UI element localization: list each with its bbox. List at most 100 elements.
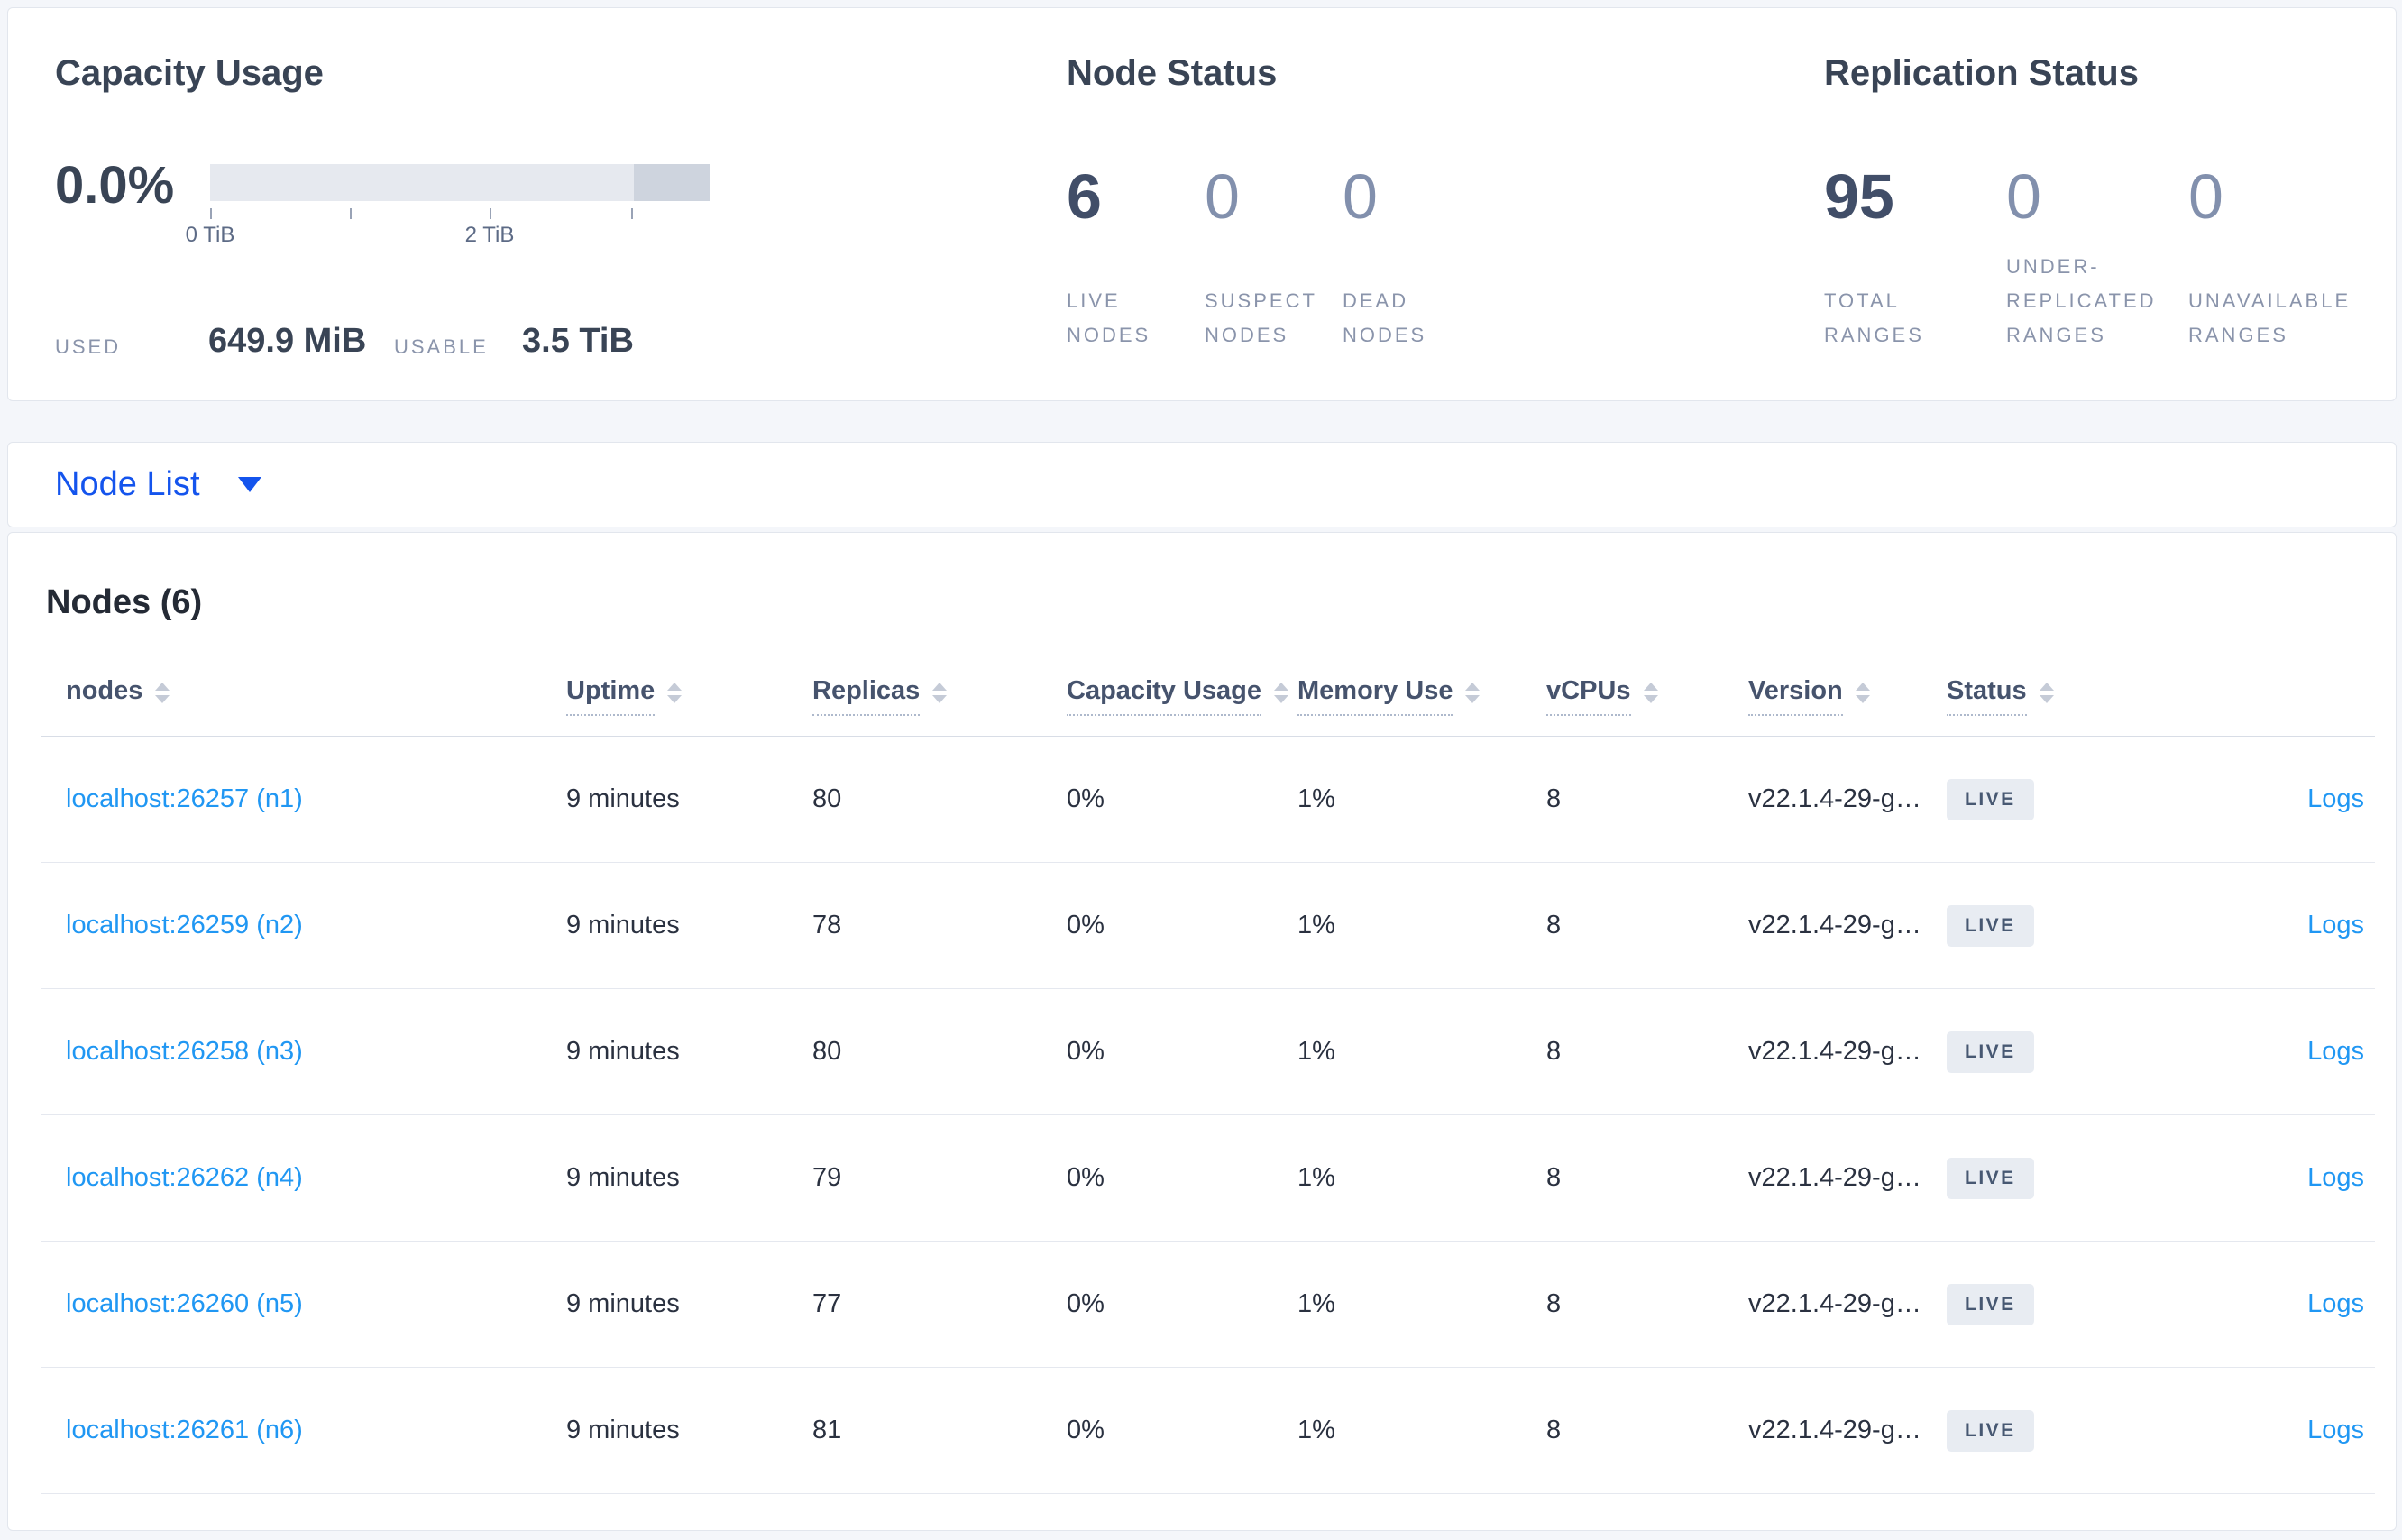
- node-link-container: localhost:26261 (n6): [41, 1416, 566, 1445]
- column-header-label: Capacity Usage: [1067, 675, 1261, 716]
- column-header-label: nodes: [66, 676, 143, 705]
- capacity-axis-tick-label: 0 TiB: [185, 223, 235, 247]
- status-badge: LIVE: [1947, 1409, 2034, 1452]
- table-row: localhost:26257 (n1) 9 minutes 80 0% 1% 8 v22.…: [41, 737, 2375, 863]
- nodes-table-body: localhost:26257 (n1) 9 minutes 80 0% 1% 8 v22.…: [41, 737, 2375, 1494]
- replicas-cell-container: 81: [812, 1416, 1067, 1445]
- node-link[interactable]: localhost:26259 (n2): [66, 911, 303, 940]
- version-cell-container: v22.1.4-29-g…: [1748, 1163, 1947, 1193]
- column-header-label: vCPUs: [1546, 675, 1631, 716]
- column-header-status[interactable]: Status: [1947, 650, 2163, 736]
- node-link[interactable]: localhost:26258 (n3): [66, 1037, 303, 1066]
- vcpus-cell-container: 8: [1546, 784, 1748, 814]
- column-header-vcpus[interactable]: vCPUs: [1546, 650, 1748, 736]
- logs-link[interactable]: Logs: [2307, 784, 2364, 813]
- status-badge: LIVE: [1947, 1283, 2034, 1325]
- vcpus-cell: 8: [1546, 1037, 1562, 1066]
- uptime-cell: 9 minutes: [566, 911, 680, 940]
- stat-value: 0: [1343, 161, 1378, 232]
- column-header-version[interactable]: Version: [1748, 650, 1947, 736]
- capacity-axis-tick: [350, 208, 352, 219]
- uptime-cell-container: 9 minutes: [566, 1289, 812, 1319]
- memory-use-cell: 1%: [1297, 784, 1335, 813]
- capacity-axis-tick-label: 2 TiB: [464, 223, 515, 247]
- uptime-cell-container: 9 minutes: [566, 911, 812, 940]
- status-badge-container: LIVE: [1947, 1409, 2163, 1452]
- capacity-usage-title: Capacity Usage: [55, 53, 324, 93]
- capacity-usage-cell: 0%: [1067, 784, 1105, 813]
- node-link-container: localhost:26257 (n1): [41, 784, 566, 814]
- capacity-usage-cell-container: 0%: [1067, 784, 1297, 814]
- version-cell-container: v22.1.4-29-g…: [1748, 1289, 1947, 1319]
- capacity-usage-cell: 0%: [1067, 1163, 1105, 1192]
- column-header-replicas[interactable]: Replicas: [812, 650, 1067, 736]
- column-header-capacity-usage[interactable]: Capacity Usage: [1067, 650, 1297, 736]
- node-link[interactable]: localhost:26262 (n4): [66, 1163, 303, 1192]
- logs-link[interactable]: Logs: [2307, 911, 2364, 940]
- uptime-cell: 9 minutes: [566, 784, 680, 813]
- logs-link-container: Logs: [2163, 1037, 2375, 1067]
- uptime-cell: 9 minutes: [566, 1163, 680, 1192]
- capacity-usage-cell: 0%: [1067, 1416, 1105, 1444]
- capacity-axis-tick: [210, 208, 212, 219]
- table-row: localhost:26258 (n3) 9 minutes 80 0% 1% 8 v22.…: [41, 989, 2375, 1115]
- node-link[interactable]: localhost:26260 (n5): [66, 1289, 303, 1318]
- logs-link[interactable]: Logs: [2307, 1163, 2364, 1192]
- stat-label: UNDER-REPLICATED RANGES: [2006, 255, 2157, 346]
- sort-arrows-icon: [155, 683, 170, 703]
- logs-link-container: Logs: [2163, 1416, 2375, 1445]
- vcpus-cell: 8: [1546, 1163, 1562, 1192]
- node-list-dropdown[interactable]: Node List: [55, 465, 261, 504]
- vcpus-cell: 8: [1546, 911, 1562, 940]
- column-header-label: Memory Use: [1297, 675, 1453, 716]
- node-link[interactable]: localhost:26257 (n1): [66, 784, 303, 813]
- stat-value: 6: [1067, 161, 1102, 232]
- status-badge-container: LIVE: [1947, 1283, 2163, 1325]
- column-header-nodes[interactable]: nodes: [41, 650, 566, 736]
- vcpus-cell-container: 8: [1546, 1289, 1748, 1319]
- replication-status-stats: 95 TOTAL RANGES 0 UNDER-REPLICATED RANGES 0 U…: [1824, 165, 2370, 353]
- stat-total-ranges: 95 TOTAL RANGES: [1824, 165, 2006, 353]
- memory-use-cell-container: 1%: [1297, 1289, 1546, 1319]
- logs-link[interactable]: Logs: [2307, 1416, 2364, 1444]
- logs-link[interactable]: Logs: [2307, 1037, 2364, 1066]
- node-link[interactable]: localhost:26261 (n6): [66, 1416, 303, 1444]
- replication-status-title: Replication Status: [1824, 53, 2139, 93]
- used-value: 649.9 MiB: [208, 322, 367, 360]
- node-list-dropdown-label: Node List: [55, 465, 200, 503]
- column-header-memory-use[interactable]: Memory Use: [1297, 650, 1546, 736]
- stat-label: DEAD NODES: [1343, 289, 1427, 346]
- capacity-usage-cell-container: 0%: [1067, 1037, 1297, 1067]
- uptime-cell: 9 minutes: [566, 1289, 680, 1318]
- vcpus-cell-container: 8: [1546, 911, 1748, 940]
- column-header-label: Status: [1947, 675, 2027, 716]
- memory-use-cell-container: 1%: [1297, 1416, 1546, 1445]
- node-link-container: localhost:26259 (n2): [41, 911, 566, 940]
- node-status-title: Node Status: [1067, 53, 1278, 93]
- status-badge: LIVE: [1947, 904, 2034, 947]
- table-row: localhost:26259 (n2) 9 minutes 78 0% 1% 8 v22.…: [41, 863, 2375, 989]
- capacity-usage-cell: 0%: [1067, 911, 1105, 940]
- column-header-uptime[interactable]: Uptime: [566, 650, 812, 736]
- replicas-cell: 78: [812, 911, 842, 940]
- chevron-down-icon: [237, 477, 261, 492]
- capacity-usage-cell-container: 0%: [1067, 911, 1297, 940]
- memory-use-cell: 1%: [1297, 1163, 1335, 1192]
- version-cell-container: v22.1.4-29-g…: [1748, 1037, 1947, 1067]
- memory-use-cell-container: 1%: [1297, 911, 1546, 940]
- logs-link[interactable]: Logs: [2307, 1289, 2364, 1318]
- uptime-cell-container: 9 minutes: [566, 1416, 812, 1445]
- capacity-axis-tick: [490, 208, 491, 219]
- uptime-cell-container: 9 minutes: [566, 1163, 812, 1193]
- replicas-cell: 81: [812, 1416, 842, 1444]
- column-header-label: Version: [1748, 675, 1843, 716]
- node-status-stats: 6 LIVE NODES 0 SUSPECT NODES 0 DEAD NODES: [1067, 165, 1481, 353]
- nodes-table-card: Nodes (6) nodes Uptime Replicas Capacity Us…: [7, 532, 2397, 1531]
- sort-arrows-icon: [2039, 683, 2054, 703]
- memory-use-cell-container: 1%: [1297, 1037, 1546, 1067]
- usable-label: USABLE: [394, 335, 489, 358]
- replicas-cell-container: 77: [812, 1289, 1067, 1319]
- version-cell: v22.1.4-29-g…: [1748, 1416, 1921, 1444]
- node-link-container: localhost:26262 (n4): [41, 1163, 566, 1193]
- stat-value: 0: [1205, 161, 1240, 232]
